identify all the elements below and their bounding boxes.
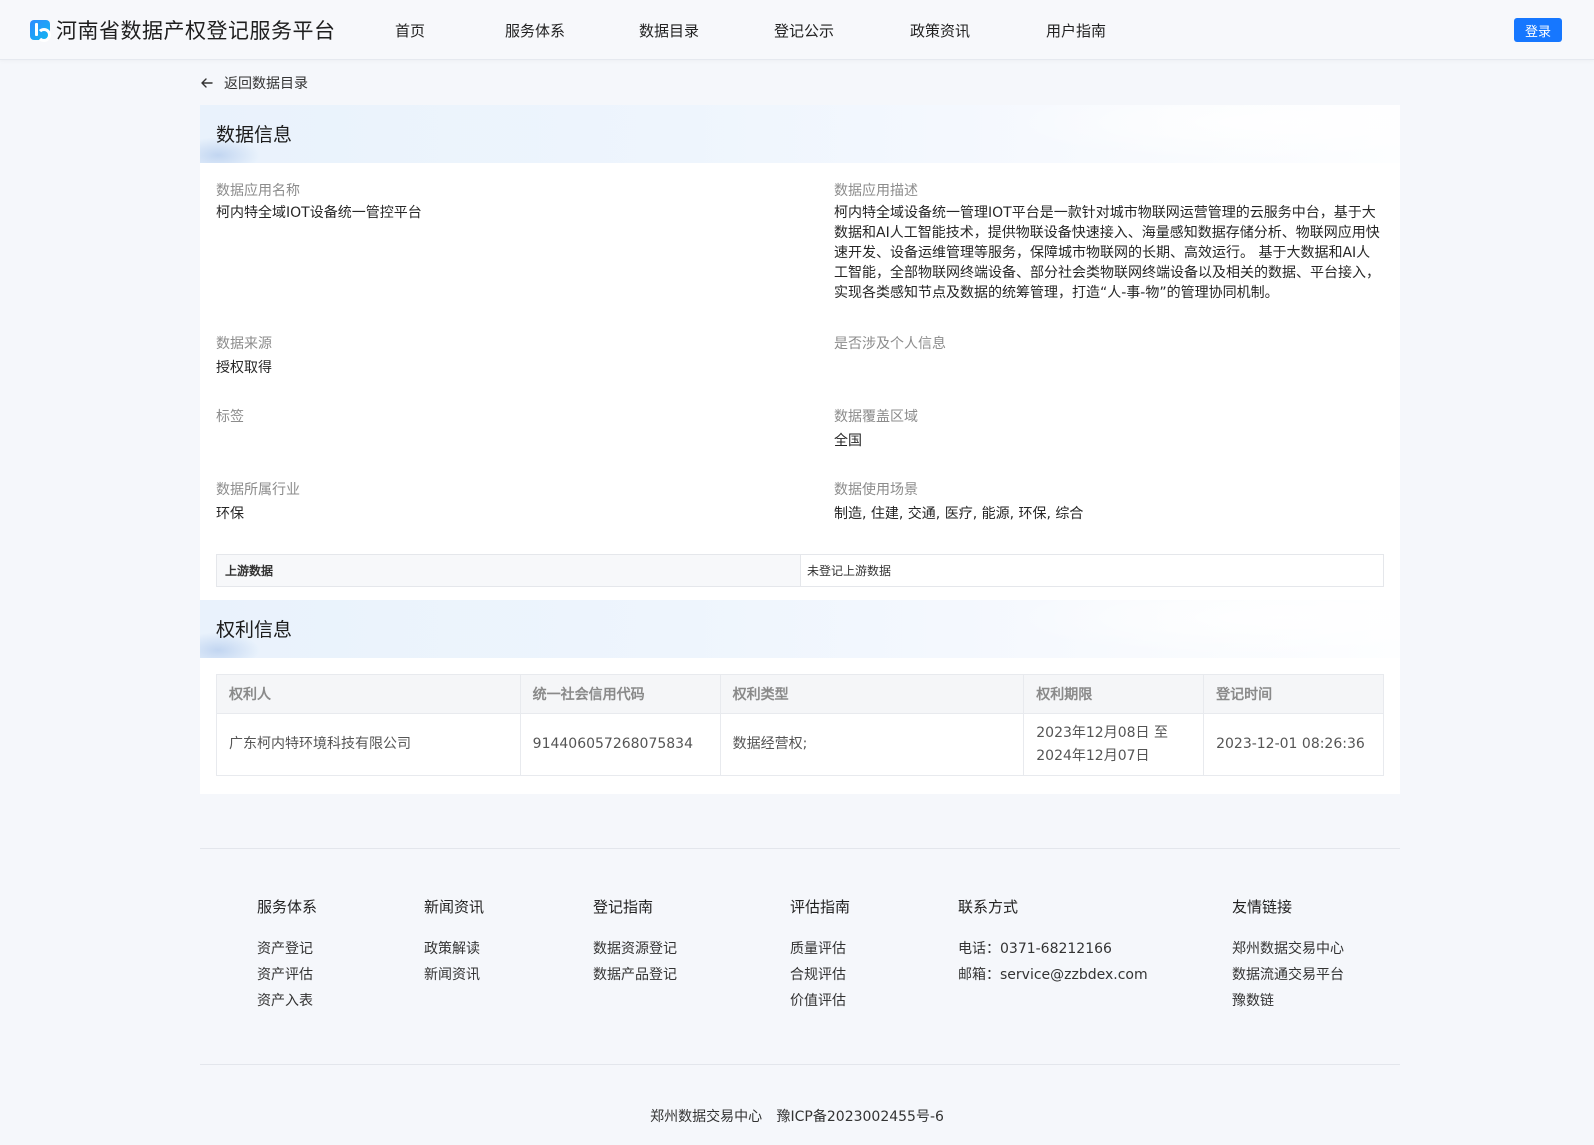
nav-item-service-system[interactable]: 服务体系 (505, 20, 565, 41)
header-glow (1000, 600, 1400, 658)
data-info-title: 数据信息 (216, 124, 293, 146)
copyright-bar: 郑州数据交易中心 豫ICP备2023002455号-6 (0, 1106, 1594, 1126)
footer-col-heading: 友情链接 (1232, 898, 1293, 916)
industry-label: 数据所属行业 (216, 482, 300, 498)
footer-link-quality-evaluation[interactable]: 质量评估 (790, 936, 850, 962)
footer-link-asset-booking[interactable]: 资产入表 (257, 988, 317, 1014)
footer-col-service-system: 服务体系 资产登记 资产评估 资产入表 (257, 896, 317, 1014)
footer-col-evaluation-guide: 评估指南 质量评估 合规评估 价值评估 (790, 896, 850, 1014)
footer-col-heading: 评估指南 (790, 898, 851, 916)
footer-col-heading: 服务体系 (257, 898, 318, 916)
table-row: 广东柯内特环境科技有限公司 914406057268075834 数据经营权; … (216, 713, 1384, 776)
nav-item-registration-notice[interactable]: 登记公示 (774, 20, 834, 41)
footer-col-registration-guide: 登记指南 数据资源登记 数据产品登记 (593, 896, 677, 988)
upstream-data-value: 未登记上游数据 (807, 564, 892, 578)
app-desc-value: 柯内特全域设备统一管理IOT平台是一款针对城市物联网运营管理的云服务中台，基于大… (834, 205, 1380, 301)
footer-col-heading: 登记指南 (593, 898, 654, 916)
rights-table-header: 权利人 统一社会信用代码 权利类型 权利期限 登记时间 (216, 674, 1384, 714)
arrow-left-icon (201, 78, 213, 88)
icp-number[interactable]: 豫ICP备2023002455号-6 (777, 1109, 944, 1125)
rights-period-cell: 2023年12月08日 至 2024年12月07日 (1023, 713, 1205, 776)
footer-link-policy-interpretation[interactable]: 政策解读 (424, 936, 484, 962)
back-to-catalog-link[interactable]: 返回数据目录 (200, 73, 308, 93)
col-registered-time: 登记时间 (1203, 674, 1384, 714)
footer-link-data-product-registration[interactable]: 数据产品登记 (593, 962, 677, 988)
data-info-header: 数据信息 (200, 105, 1400, 163)
rights-info-title: 权利信息 (216, 619, 293, 641)
footer-col-heading: 新闻资讯 (424, 898, 485, 916)
site-title: 河南省数据产权登记服务平台 (56, 19, 336, 43)
col-rights-type: 权利类型 (719, 674, 1025, 714)
contact-phone: 电话：0371-68212166 (958, 941, 1112, 957)
period-start: 2023年12月08日 至 (1036, 724, 1168, 741)
footer-col-contact: 联系方式 电话：0371-68212166 邮箱：service@zzbdex.… (958, 896, 1148, 988)
footer-link-zhengzhou-data-exchange[interactable]: 郑州数据交易中心 (1232, 936, 1344, 962)
footer-link-data-circulation-platform[interactable]: 数据流通交易平台 (1232, 962, 1344, 988)
rights-info-header: 权利信息 (200, 600, 1400, 658)
source-value: 授权取得 (216, 360, 272, 376)
app-desc-label: 数据应用描述 (834, 183, 918, 199)
top-navigation-bar: 河南省数据产权登记服务平台 首页 服务体系 数据目录 登记公示 政策资讯 用户指… (0, 0, 1594, 60)
footer-col-friendly-links: 友情链接 郑州数据交易中心 数据流通交易平台 豫数链 (1232, 896, 1344, 1014)
data-info-card: 数据信息 数据应用名称 柯内特全域IOT设备统一管控平台 数据应用描述 柯内特全… (200, 105, 1400, 600)
tags-label: 标签 (216, 409, 244, 425)
header-glow (1000, 105, 1400, 163)
footer-link-asset-evaluation[interactable]: 资产评估 (257, 962, 317, 988)
copyright-org: 郑州数据交易中心 (650, 1109, 763, 1125)
nav-item-home[interactable]: 首页 (395, 20, 425, 41)
coverage-value: 全国 (834, 433, 862, 449)
footer-link-yu-data-chain[interactable]: 豫数链 (1232, 988, 1344, 1014)
col-rights-period: 权利期限 (1023, 674, 1205, 714)
rights-info-card: 权利信息 权利人 统一社会信用代码 权利类型 权利期限 登记时间 广东柯内特环境… (200, 600, 1400, 794)
footer-link-value-evaluation[interactable]: 价值评估 (790, 988, 850, 1014)
footer-divider-bottom (200, 1064, 1400, 1065)
app-name-value: 柯内特全域IOT设备统一管控平台 (216, 205, 422, 221)
footer-link-asset-registration[interactable]: 资产登记 (257, 936, 317, 962)
footer-col-heading: 联系方式 (958, 898, 1019, 916)
coverage-label: 数据覆盖区域 (834, 409, 918, 425)
footer-divider-top (200, 848, 1400, 849)
upstream-data-table: 上游数据 未登记上游数据 (216, 554, 1384, 587)
footer-link-data-resource-registration[interactable]: 数据资源登记 (593, 936, 677, 962)
scenarios-value: 制造, 住建, 交通, 医疗, 能源, 环保, 综合 (834, 506, 1084, 522)
login-button[interactable]: 登录 (1514, 18, 1562, 42)
app-name-label: 数据应用名称 (216, 183, 300, 199)
back-label: 返回数据目录 (224, 76, 308, 92)
site-logo[interactable]: 河南省数据产权登记服务平台 (30, 17, 336, 43)
scenarios-label: 数据使用场景 (834, 482, 918, 498)
nav-item-user-guide[interactable]: 用户指南 (1046, 20, 1106, 41)
rights-table: 权利人 统一社会信用代码 权利类型 权利期限 登记时间 广东柯内特环境科技有限公… (216, 674, 1384, 776)
credit-code-cell: 914406057268075834 (519, 713, 721, 776)
footer-col-news: 新闻资讯 政策解读 新闻资讯 (424, 896, 484, 988)
rights-type-cell: 数据经营权; (719, 713, 1025, 776)
footer-link-news[interactable]: 新闻资讯 (424, 962, 484, 988)
nav-item-policy-news[interactable]: 政策资讯 (910, 20, 970, 41)
col-holder: 权利人 (216, 674, 521, 714)
contact-email: 邮箱：service@zzbdex.com (958, 967, 1148, 983)
footer-link-compliance-evaluation[interactable]: 合规评估 (790, 962, 850, 988)
personal-info-label: 是否涉及个人信息 (834, 336, 946, 352)
upstream-data-label: 上游数据 (217, 555, 801, 586)
source-label: 数据来源 (216, 336, 272, 352)
period-end: 2024年12月07日 (1036, 747, 1150, 764)
nav-item-data-catalog[interactable]: 数据目录 (639, 20, 699, 41)
holder-cell: 广东柯内特环境科技有限公司 (216, 713, 521, 776)
registered-time-cell: 2023-12-01 08:26:36 (1203, 713, 1384, 776)
logo-icon (30, 20, 51, 42)
col-credit-code: 统一社会信用代码 (519, 674, 721, 714)
industry-value: 环保 (216, 506, 244, 522)
